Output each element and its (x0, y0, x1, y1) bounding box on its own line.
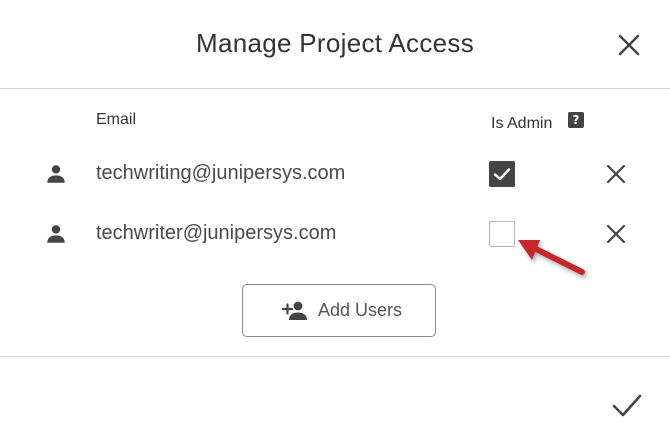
checkmark-icon (612, 394, 642, 417)
manage-project-access-dialog: Manage Project Access Email Is Admin ? t… (0, 0, 670, 442)
person-add-icon (282, 301, 307, 320)
user-email: techwriting@junipersys.com (96, 162, 346, 184)
add-users-button[interactable]: Add Users (242, 284, 436, 337)
is-admin-checkbox[interactable] (489, 161, 515, 187)
dialog-title: Manage Project Access (196, 28, 474, 58)
close-button[interactable] (613, 29, 645, 61)
add-users-label: Add Users (318, 300, 403, 320)
user-row: techwriting@junipersys.com (0, 154, 670, 194)
remove-icon (606, 164, 626, 184)
arrow-annotation (518, 240, 585, 275)
user-email: techwriter@junipersys.com (96, 222, 337, 244)
is-admin-column-header: Is Admin (491, 115, 553, 132)
remove-icon (606, 224, 626, 244)
help-icon[interactable]: ? (568, 112, 584, 128)
remove-user-button[interactable] (604, 222, 628, 246)
checkmark-icon (493, 168, 511, 181)
dialog-header: Manage Project Access (0, 0, 670, 89)
person-icon (47, 165, 65, 183)
remove-user-button[interactable] (604, 162, 628, 186)
confirm-button[interactable] (610, 391, 644, 421)
dialog-footer (0, 356, 670, 443)
email-column-header: Email (96, 111, 137, 128)
person-icon (47, 225, 65, 243)
close-icon (618, 34, 640, 56)
